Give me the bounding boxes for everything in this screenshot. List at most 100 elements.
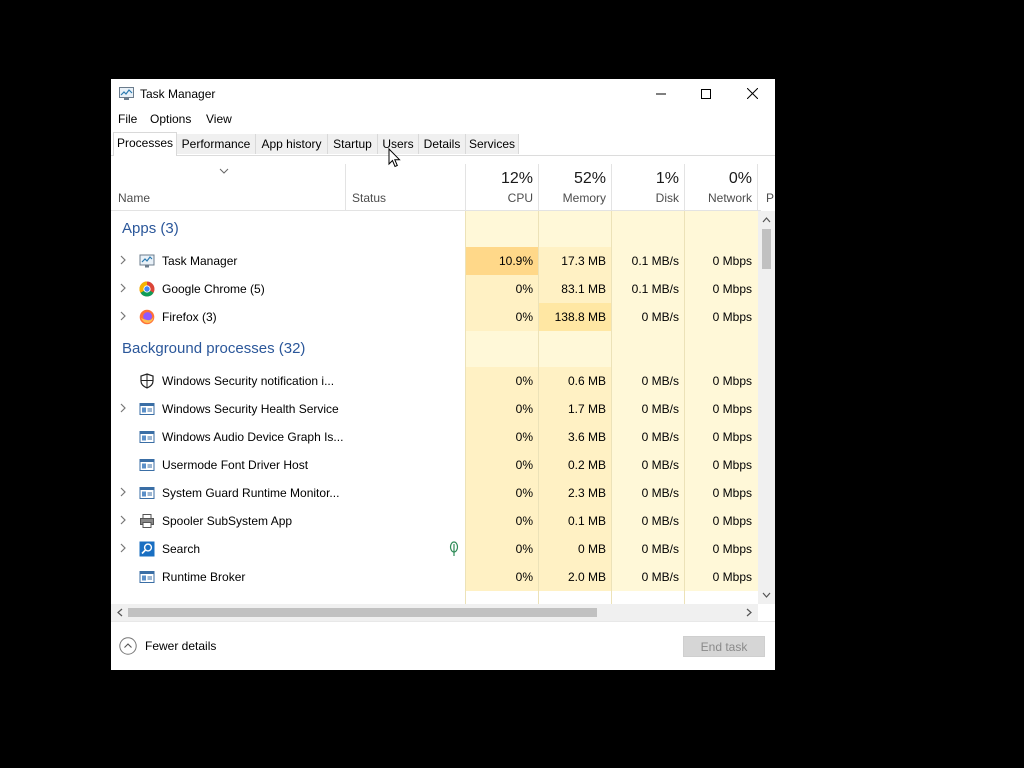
process-row[interactable]: 10.9% 17.3 MB 0.1 MB/s 0 Mbps Task Manager xyxy=(111,247,758,275)
maximize-button[interactable] xyxy=(683,79,729,108)
menu-options[interactable]: Options xyxy=(150,112,191,126)
scroll-up-icon[interactable] xyxy=(758,213,775,227)
process-row[interactable]: 0% 1.7 MB 0 MB/s 0 Mbps Windows Security Hea… xyxy=(111,395,758,423)
header-divider xyxy=(465,164,466,210)
tab-services[interactable]: Services xyxy=(466,134,519,154)
service-window-icon xyxy=(139,487,155,499)
column-status-label: Status xyxy=(352,191,387,205)
process-disk-value: 0.1 MB/s xyxy=(612,275,685,303)
process-disk-value: 0 MB/s xyxy=(612,451,685,479)
header-divider xyxy=(757,164,758,210)
column-status[interactable]: Status xyxy=(345,164,466,210)
process-row[interactable]: 0% 2.0 MB 0 MB/s 0 Mbps Runtime Broker xyxy=(111,563,758,591)
scroll-left-icon[interactable] xyxy=(113,604,127,621)
process-disk-value: 0 MB/s xyxy=(612,367,685,395)
expand-chevron-right-icon[interactable] xyxy=(119,403,127,413)
process-name: Windows Security Health Service xyxy=(162,402,339,416)
window-title: Task Manager xyxy=(140,87,216,101)
printer-icon xyxy=(140,514,154,528)
menu-view[interactable]: View xyxy=(206,112,232,126)
process-memory-value: 2.3 MB xyxy=(539,479,612,507)
process-network-value: 0 Mbps xyxy=(685,275,758,303)
tab-processes[interactable]: Processes xyxy=(113,132,177,156)
expand-chevron-right-icon[interactable] xyxy=(119,255,127,265)
process-row[interactable]: 0% 0.1 MB 0 MB/s 0 Mbps Spooler SubSystem Ap… xyxy=(111,507,758,535)
column-disk[interactable]: 1% Disk xyxy=(612,164,685,210)
expand-chevron-right-icon[interactable] xyxy=(119,283,127,293)
fewer-details-link[interactable]: Fewer details xyxy=(145,639,216,653)
tab-performance[interactable]: Performance xyxy=(177,134,256,154)
search-icon xyxy=(139,541,155,557)
column-divider xyxy=(465,211,466,604)
tab-app-history[interactable]: App history xyxy=(256,134,328,154)
process-cpu-value: 0% xyxy=(466,395,539,423)
process-memory-value: 0 MB xyxy=(539,535,612,563)
close-button[interactable] xyxy=(729,79,775,108)
process-name: Spooler SubSystem App xyxy=(162,514,293,528)
process-row[interactable]: 0% 0.6 MB 0 MB/s 0 Mbps Windows Security not… xyxy=(111,367,758,395)
task-manager-icon xyxy=(119,87,134,100)
group-background-processes[interactable]: Background processes (32) xyxy=(111,331,758,367)
menu-file[interactable]: File xyxy=(118,112,137,126)
process-network-value: 0 Mbps xyxy=(685,247,758,275)
process-row[interactable]: 0% 3.6 MB 0 MB/s 0 Mbps Windows Audio Device… xyxy=(111,423,758,451)
process-row[interactable]: 0% 0 MB 0 MB/s 0 Mbps Search xyxy=(111,535,758,563)
process-memory-value: 0.6 MB xyxy=(539,367,612,395)
process-name: Google Chrome (5) xyxy=(162,282,265,296)
close-icon xyxy=(746,88,758,99)
tab-bar: Processes Performance App history Startu… xyxy=(111,132,775,156)
minimize-icon xyxy=(656,93,666,94)
process-row[interactable]: 0% 2.3 MB 0 MB/s 0 Mbps System Guard Runtime… xyxy=(111,479,758,507)
expand-chevron-right-icon[interactable] xyxy=(119,543,127,553)
service-window-icon xyxy=(139,403,155,415)
process-name: Windows Security notification i... xyxy=(162,374,335,388)
expand-chevron-right-icon[interactable] xyxy=(119,311,127,321)
process-cpu-value: 0% xyxy=(466,479,539,507)
process-row[interactable]: 0% 83.1 MB 0.1 MB/s 0 Mbps Google Chrome (5) xyxy=(111,275,758,303)
service-window-icon xyxy=(139,571,155,583)
process-disk-value: 0 MB/s xyxy=(612,563,685,591)
horizontal-scroll-thumb[interactable] xyxy=(128,608,597,617)
fewer-details-chevron-up-icon[interactable] xyxy=(119,637,137,655)
column-memory[interactable]: 52% Memory xyxy=(539,164,612,210)
process-network-value: 0 Mbps xyxy=(685,395,758,423)
scroll-right-icon[interactable] xyxy=(742,604,756,621)
process-memory-value: 0.2 MB xyxy=(539,451,612,479)
minimize-button[interactable] xyxy=(638,79,684,108)
task-manager-icon xyxy=(139,254,155,268)
group-apps[interactable]: Apps (3) xyxy=(111,211,758,247)
mouse-cursor-icon xyxy=(388,148,401,168)
column-network[interactable]: 0% Network xyxy=(685,164,758,210)
process-memory-value: 1.7 MB xyxy=(539,395,612,423)
column-header: Name Status 12% CPU 52% Memory 1% Disk 0… xyxy=(111,164,774,211)
process-memory-value: 83.1 MB xyxy=(539,275,612,303)
expand-chevron-right-icon[interactable] xyxy=(119,487,127,497)
process-memory-value: 2.0 MB xyxy=(539,563,612,591)
expand-chevron-right-icon[interactable] xyxy=(119,515,127,525)
firefox-icon xyxy=(139,309,155,325)
process-network-value: 0 Mbps xyxy=(685,451,758,479)
tab-startup[interactable]: Startup xyxy=(328,134,378,154)
column-network-label: Network xyxy=(707,191,752,205)
column-cpu[interactable]: 12% CPU xyxy=(466,164,539,210)
process-memory-value: 138.8 MB xyxy=(539,303,612,331)
column-power-partial[interactable]: P xyxy=(758,164,775,210)
horizontal-scrollbar[interactable] xyxy=(111,604,758,621)
column-disk-label: Disk xyxy=(655,191,679,205)
process-memory-value: 3.6 MB xyxy=(539,423,612,451)
vertical-scrollbar[interactable] xyxy=(758,211,775,604)
end-task-button[interactable]: End task xyxy=(683,636,765,657)
column-name[interactable]: Name xyxy=(111,164,345,210)
process-row[interactable]: 0% 0.2 MB 0 MB/s 0 Mbps Usermode Font Driver… xyxy=(111,451,758,479)
process-network-value: 0 Mbps xyxy=(685,563,758,591)
process-disk-value: 0.1 MB/s xyxy=(612,247,685,275)
process-name: Task Manager xyxy=(162,254,238,268)
process-disk-value: 0 MB/s xyxy=(612,535,685,563)
tab-details[interactable]: Details xyxy=(419,134,466,154)
scroll-down-icon[interactable] xyxy=(758,588,775,602)
process-network-value: 0 Mbps xyxy=(685,303,758,331)
leaf-icon xyxy=(449,541,459,556)
vertical-scroll-thumb[interactable] xyxy=(762,229,771,269)
process-row[interactable]: 0% 138.8 MB 0 MB/s 0 Mbps Firefox (3) xyxy=(111,303,758,331)
title-bar[interactable]: Task Manager xyxy=(111,79,775,108)
